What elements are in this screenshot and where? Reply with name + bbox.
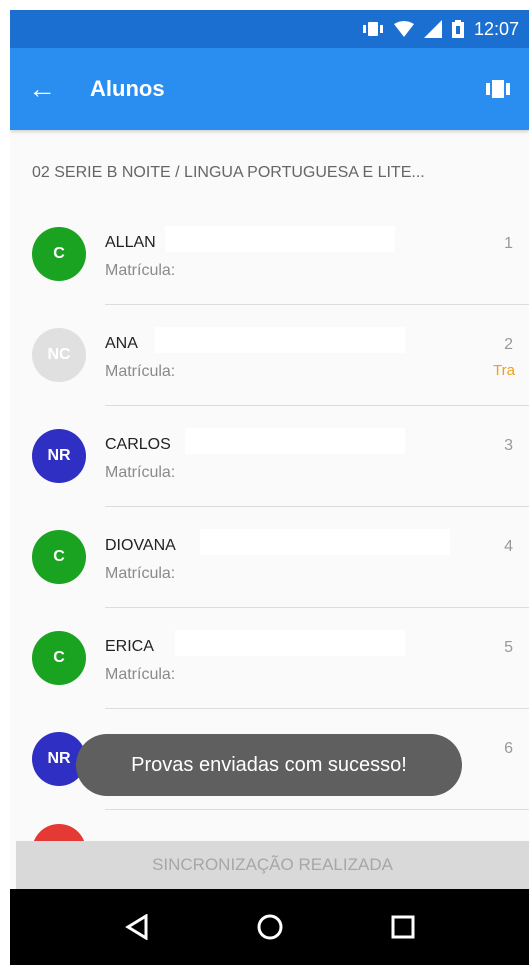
student-matricula: Matrícula:: [105, 464, 176, 481]
redacted-block: [175, 630, 405, 656]
app-bar: ← Alunos: [10, 48, 529, 130]
status-badge: Tra: [493, 362, 515, 379]
student-matricula: Matrícula:: [105, 666, 176, 683]
signal-icon: [423, 20, 442, 38]
page-title: Alunos: [90, 76, 165, 101]
student-matricula: Matrícula:: [105, 565, 176, 582]
student-name: DIOVANA: [105, 537, 176, 554]
cards-view-icon[interactable]: [485, 76, 511, 102]
list-item[interactable]: NC ANA Matrícula: 2 Tra: [10, 305, 529, 406]
redacted-block: [200, 529, 450, 555]
status-bar: 12:07: [10, 10, 529, 48]
student-number: 4: [504, 538, 513, 555]
student-number: 3: [504, 437, 513, 454]
student-number: 5: [504, 639, 513, 656]
student-matricula: Matrícula:: [105, 363, 176, 380]
student-name: CARLOS: [105, 436, 171, 453]
student-name: ALLAN: [105, 234, 156, 251]
redacted-block: [165, 226, 395, 252]
student-matricula: Matrícula:: [105, 262, 176, 279]
list-item[interactable]: C ALLAN Matrícula: 1: [10, 204, 529, 305]
back-arrow-icon[interactable]: ←: [28, 73, 68, 105]
list-item[interactable]: C ERICA Matrícula: 5: [10, 608, 529, 709]
wifi-icon: [393, 21, 414, 37]
phone-screen: 12:07 ← Alunos 02 SERIE B NOITE / LINGUA…: [10, 10, 529, 965]
avatar: NC: [32, 328, 86, 382]
avatar: C: [32, 530, 86, 584]
divider: [105, 809, 529, 810]
avatar: C: [32, 631, 86, 685]
student-list: C ALLAN Matrícula: 1 NC ANA Matrícula: 2…: [10, 204, 529, 810]
student-number: 6: [504, 740, 513, 757]
clock: 12:07: [473, 18, 519, 39]
avatar: C: [32, 227, 86, 281]
avatar: NR: [32, 429, 86, 483]
redacted-block: [155, 327, 405, 353]
home-icon[interactable]: [250, 907, 290, 947]
student-number: 1: [504, 235, 513, 252]
vibrate-icon: [362, 20, 384, 38]
student-name: ERICA: [105, 638, 154, 655]
list-item[interactable]: C DIOVANA Matrícula: 4: [10, 507, 529, 608]
recents-icon[interactable]: [383, 907, 423, 947]
class-subtitle: 02 SERIE B NOITE / LINGUA PORTUGUESA E L…: [32, 164, 425, 181]
navigation-bar: [10, 889, 529, 965]
redacted-block: [185, 428, 405, 454]
sync-button[interactable]: SINCRONIZAÇÃO REALIZADA: [16, 841, 529, 889]
student-name: ANA: [105, 335, 138, 352]
list-item[interactable]: NR CARLOS Matrícula: 3: [10, 406, 529, 507]
student-number: 2: [504, 336, 513, 353]
back-icon[interactable]: [117, 907, 157, 947]
toast-message: Provas enviadas com sucesso!: [76, 734, 462, 796]
battery-icon: [451, 20, 464, 38]
